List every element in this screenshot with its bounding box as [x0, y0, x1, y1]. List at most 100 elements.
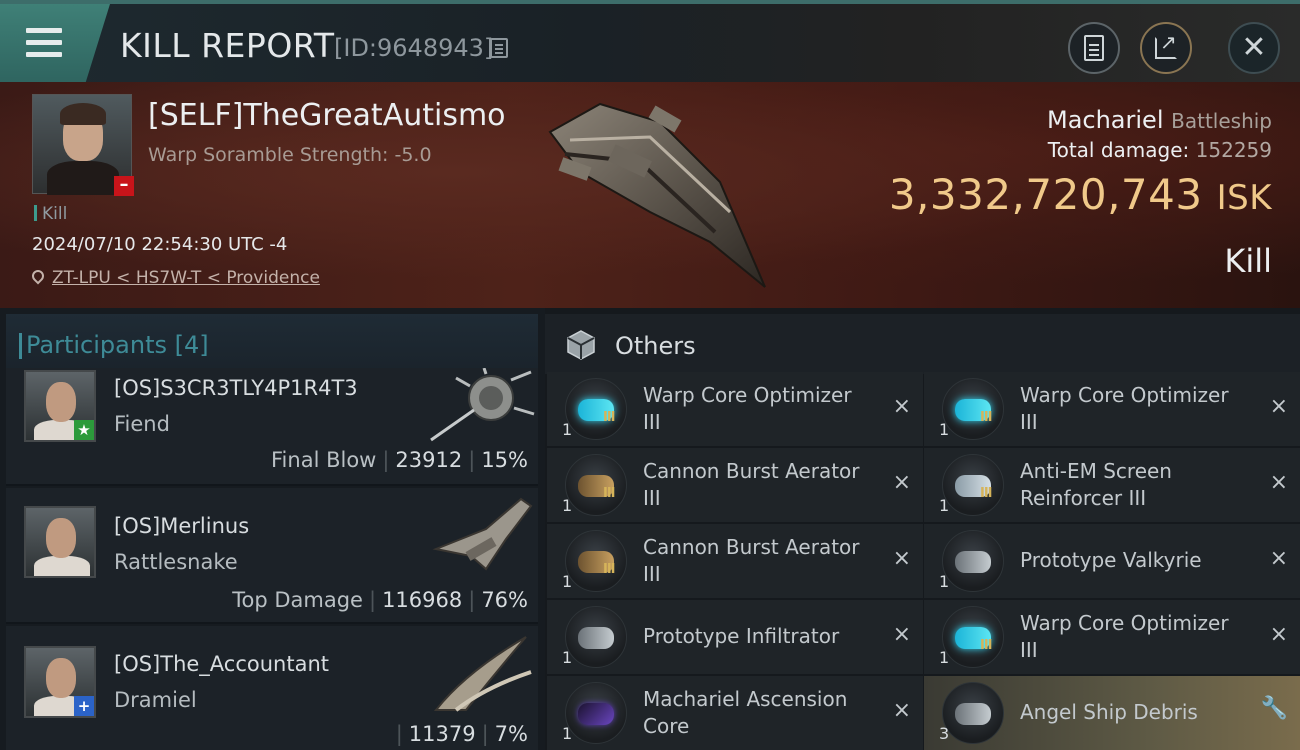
item-row[interactable]: 1 Prototype Infiltrator ×: [547, 600, 923, 674]
destroyed-icon: ×: [892, 546, 911, 571]
top-bar: KILL REPORT [ID:9648943] ✕: [0, 0, 1300, 82]
item-row[interactable]: III 1 Anti-EM Screen Reinforcer III ×: [924, 448, 1300, 522]
clipboard-icon: [1084, 35, 1104, 61]
participant-role: Top Damage: [232, 588, 363, 612]
item-row[interactable]: 3 Angel Ship Debris 🔧: [924, 676, 1300, 750]
warp-core-optimizer-icon: [942, 606, 1004, 668]
item-quantity: 1: [939, 572, 950, 591]
total-damage: Total damage: 152259: [1048, 138, 1272, 162]
rattlesnake-ship-image: [432, 497, 533, 571]
destroyed-icon: ×: [892, 394, 911, 419]
hamburger-icon: [26, 28, 62, 64]
participant-percent: 7%: [494, 722, 528, 746]
destroyed-icon: ×: [892, 470, 911, 495]
avatar[interactable]: [24, 506, 96, 578]
item-name: Machariel Ascension Core: [643, 687, 848, 738]
participants-panel: Participants [4] ★ [OS]S3CR3TLY4P1R4T3 F…: [0, 308, 545, 750]
tier-badge: III: [603, 410, 615, 425]
item-name: Warp Core Optimizer III: [1020, 611, 1229, 662]
others-tab[interactable]: Others: [545, 314, 1300, 374]
tier-badge: III: [980, 410, 992, 425]
item-name: Prototype Infiltrator: [643, 624, 840, 648]
item-row[interactable]: III 1 Cannon Burst Aerator III ×: [547, 448, 923, 522]
menu-button[interactable]: [0, 4, 110, 82]
item-name: Prototype Valkyrie: [1020, 548, 1202, 572]
participant-row[interactable]: ★ [OS]S3CR3TLY4P1R4T3 Fiend Final Blow | 2…: [6, 368, 538, 486]
tier-badge: III: [603, 562, 615, 577]
close-button[interactable]: ✕: [1228, 22, 1280, 74]
share-button[interactable]: [1140, 22, 1192, 74]
item-row[interactable]: III 1 Warp Core Optimizer III ×: [547, 372, 923, 446]
others-label: Others: [615, 332, 696, 360]
tier-badge: III: [980, 638, 992, 653]
item-name: Cannon Burst Aerator III: [643, 535, 860, 586]
victim-ship-image: [548, 102, 766, 288]
dramiel-ship-image: [433, 636, 532, 712]
location-link[interactable]: ZT-LPU < HS7W-T < Providence: [52, 268, 320, 288]
kill-result: Kill: [1224, 242, 1272, 280]
destroyed-icon: ×: [1269, 470, 1288, 495]
item-name: Anti-EM Screen Reinforcer III: [1020, 459, 1172, 510]
item-row[interactable]: 1 Prototype Valkyrie ×: [924, 524, 1300, 598]
isk-amount: 3,332,720,743: [888, 170, 1203, 219]
kill-tag: Kill: [34, 204, 67, 224]
ship-debris-icon: [942, 682, 1004, 744]
location-pin-icon: [29, 267, 47, 285]
item-quantity: 1: [562, 648, 573, 667]
others-panel: Others III 1 Warp Core Optimizer III × I…: [545, 308, 1300, 750]
participant-damage: 23912: [395, 448, 463, 472]
participant-name: [OS]The_Accountant: [114, 652, 330, 676]
infiltrator-drone-icon: [565, 606, 627, 668]
item-name: Warp Core Optimizer III: [643, 383, 852, 434]
destroyed-icon: ×: [892, 622, 911, 647]
item-quantity: 1: [939, 648, 950, 667]
participant-stats: | 11379 | 7%: [395, 722, 528, 746]
participant-ship: Dramiel: [114, 688, 197, 712]
destroyed-icon: ×: [892, 698, 911, 723]
victim-ship[interactable]: Machariel Battleship: [1047, 106, 1272, 134]
participant-damage: 116968: [382, 588, 463, 612]
item-name: Cannon Burst Aerator III: [643, 459, 860, 510]
warp-core-optimizer-icon: [565, 378, 627, 440]
destroyed-icon: ×: [1269, 546, 1288, 571]
tier-badge: III: [980, 486, 992, 501]
wrench-icon[interactable]: 🔧: [1261, 696, 1288, 721]
page-title: KILL REPORT: [120, 26, 335, 65]
participant-name: [OS]S3CR3TLY4P1R4T3: [114, 376, 358, 400]
valkyrie-drone-icon: [942, 530, 1004, 592]
item-quantity: 1: [562, 572, 573, 591]
report-id: [ID:9648943]: [334, 34, 494, 62]
cube-icon: [567, 330, 595, 360]
participant-row[interactable]: + [OS]The_Accountant Dramiel | 11379 | 7%: [6, 626, 538, 750]
kill-datetime: 2024/07/10 22:54:30 UTC -4: [32, 234, 288, 255]
cannon-burst-aerator-icon: [565, 530, 627, 592]
participant-row[interactable]: [OS]Merlinus Rattlesnake Top Damage | 1169…: [6, 488, 538, 624]
item-name: Angel Ship Debris: [1020, 700, 1198, 724]
item-quantity: 1: [939, 420, 950, 439]
participant-damage: 11379: [408, 722, 476, 746]
cannon-burst-aerator-icon: [565, 454, 627, 516]
clipboard-button[interactable]: [1068, 22, 1120, 74]
fiend-ship-image: [430, 368, 535, 442]
warp-core-optimizer-icon: [942, 378, 1004, 440]
destroyed-icon: ×: [1269, 394, 1288, 419]
hostile-standing-icon: –: [114, 176, 134, 196]
kill-location[interactable]: ZT-LPU < HS7W-T < Providence: [29, 267, 320, 288]
isk-unit: ISK: [1216, 178, 1272, 218]
item-row[interactable]: III 1 Warp Core Optimizer III ×: [924, 600, 1300, 674]
anti-em-screen-icon: [942, 454, 1004, 516]
victim-name[interactable]: [SELF]TheGreatAutismo: [148, 98, 506, 133]
participant-name: [OS]Merlinus: [114, 514, 250, 538]
participant-stats: Top Damage | 116968 | 76%: [232, 588, 528, 612]
warp-scramble-strength: Warp Soramble Strength: -5.0: [148, 144, 432, 166]
item-quantity: 1: [562, 496, 573, 515]
participant-ship: Fiend: [114, 412, 170, 436]
participants-tab[interactable]: Participants [4]: [6, 314, 538, 374]
plus-badge-icon: +: [74, 696, 94, 716]
destroyed-icon: ×: [1269, 622, 1288, 647]
participant-percent: 76%: [481, 588, 528, 612]
item-row[interactable]: III 1 Warp Core Optimizer III ×: [924, 372, 1300, 446]
item-row[interactable]: III 1 Cannon Burst Aerator III ×: [547, 524, 923, 598]
copy-icon[interactable]: [490, 38, 508, 58]
item-row[interactable]: 1 Machariel Ascension Core ×: [547, 676, 923, 750]
